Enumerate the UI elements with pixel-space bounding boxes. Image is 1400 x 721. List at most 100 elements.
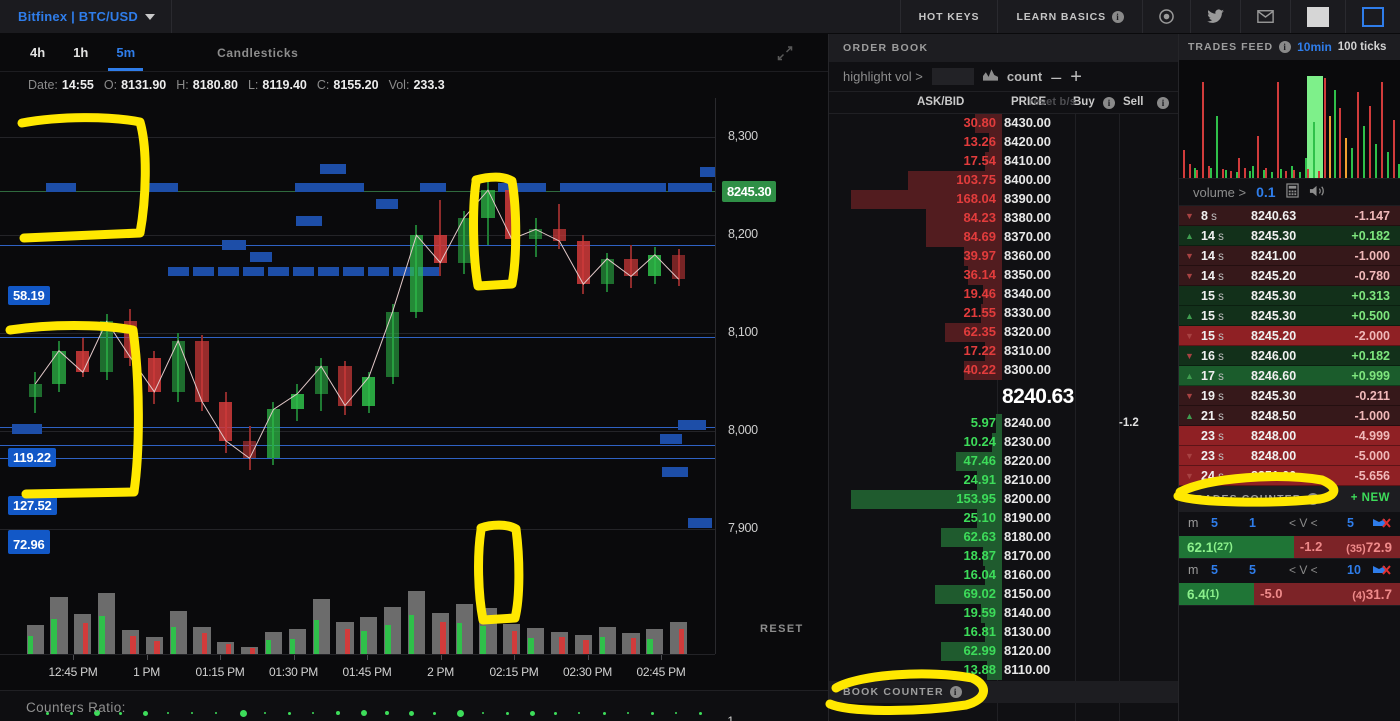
trade-row[interactable]: ▼ 23 s 8248.00 -5.000 [1179, 446, 1400, 466]
reddit-button[interactable] [1142, 0, 1190, 33]
mail-button[interactable] [1240, 0, 1290, 33]
book-counter-header[interactable]: BOOK COUNTER i [829, 681, 1179, 703]
price-level-tag[interactable]: 72.96 [8, 535, 50, 554]
trade-row[interactable]: ▼ 14 s 8245.20 -0.780 [1179, 266, 1400, 286]
counter-volume-min[interactable]: 1 [1249, 516, 1256, 530]
trades-volume-chart[interactable] [1179, 60, 1400, 178]
trades-counter-info-icon[interactable]: i [1307, 493, 1320, 505]
trade-row[interactable]: ▲ 17 s 8246.60 +0.999 [1179, 366, 1400, 386]
counter-minutes-value[interactable]: 5 [1211, 563, 1218, 577]
counter-volume-max[interactable]: 5 [1347, 516, 1354, 530]
trade-row[interactable]: ▲ 21 s 8248.50 -1.000 [1179, 406, 1400, 426]
order-book-row[interactable]: 103.75 8400.00 [829, 171, 1178, 190]
counter-volume-min[interactable]: 5 [1249, 563, 1256, 577]
exchange-selector[interactable]: Bitfinex | BTC/USD [0, 0, 172, 33]
chart-type-selector[interactable]: Candlesticks [217, 34, 298, 71]
counter-minutes-value[interactable]: 5 [1211, 516, 1218, 530]
order-book-row[interactable]: 13.88 8110.00 [829, 661, 1178, 680]
ticks-selector[interactable]: 100 ticks [1338, 41, 1387, 53]
timeframe-tab-5m[interactable]: 5m [102, 34, 149, 71]
order-book-row[interactable]: 36.14 8350.00 [829, 266, 1178, 285]
counter-dot-buy [699, 711, 703, 715]
counter-config-row[interactable]: m 5 5 < V <10 [1179, 559, 1400, 583]
order-book-row[interactable]: 39.97 8360.00 [829, 247, 1178, 266]
order-book-panel: ORDER BOOK highlight vol > count – + ASK… [828, 34, 1179, 721]
order-book-row[interactable]: 17.54 8410.00 [829, 152, 1178, 171]
layout-light-button[interactable] [1290, 0, 1345, 33]
trade-row[interactable]: 15 s 8245.30 +0.313 [1179, 286, 1400, 306]
order-book-row[interactable]: 69.02 8150.00 [829, 585, 1178, 604]
chevron-down-icon[interactable] [144, 13, 155, 20]
order-book-row[interactable]: 62.63 8180.00 [829, 528, 1178, 547]
delete-counter-icon[interactable] [1372, 516, 1392, 533]
order-size: 13.88 [963, 662, 996, 677]
info-icon[interactable]: i [1112, 10, 1124, 23]
order-book-row[interactable]: 19.59 8140.00 [829, 604, 1178, 623]
delete-counter-icon[interactable] [1372, 563, 1392, 580]
price-axis[interactable]: 8245.30 RESET 8,300 8,200 8,100 8,000 7,900 [715, 98, 828, 654]
order-book-row[interactable]: 25.10 8190.00 [829, 509, 1178, 528]
increase-rows-button[interactable]: + [1070, 67, 1082, 87]
order-book-row[interactable]: 40.22 8300.00 [829, 361, 1178, 380]
hot-keys-button[interactable]: HOT KEYS [899, 0, 998, 33]
reset-chart-button[interactable]: RESET [760, 623, 804, 635]
order-book-row[interactable]: 18.87 8170.00 [829, 547, 1178, 566]
trade-row[interactable]: ▲ 15 s 8245.30 +0.500 [1179, 306, 1400, 326]
buy-info-icon[interactable]: i [1103, 97, 1115, 109]
ask-rows[interactable]: 30.80 8430.00 13.26 8420.00 17.54 8410.00 103.… [829, 114, 1178, 380]
volume-filter-value[interactable]: 0.1 [1256, 184, 1275, 200]
interval-selector[interactable]: 10min [1297, 40, 1332, 54]
sound-icon[interactable] [1309, 184, 1325, 201]
bid-rows[interactable]: 5.97 8240.00 -1.2 10.24 8230.00 47.46 8220.00 2… [829, 414, 1178, 680]
price-level-tag[interactable]: 127.52 [8, 496, 57, 515]
trade-row[interactable]: ▲ 14 s 8245.30 +0.182 [1179, 226, 1400, 246]
order-book-row[interactable]: 19.46 8340.00 [829, 285, 1178, 304]
trade-row[interactable]: ▼ 8 s 8240.63 -1.147 [1179, 206, 1400, 226]
trade-row[interactable]: ▼ 15 s 8245.20 -2.000 [1179, 326, 1400, 346]
trade-row[interactable]: ▼ 24 s 8251.00 -5.656 [1179, 466, 1400, 486]
twitter-button[interactable] [1190, 0, 1240, 33]
trade-row[interactable]: 23 s 8248.00 -4.999 [1179, 426, 1400, 446]
price-level-tag[interactable]: 119.22 [8, 448, 56, 467]
reset-buy-sell-button[interactable]: reset b/s [1029, 96, 1076, 108]
order-book-row[interactable]: 62.35 8320.00 [829, 323, 1178, 342]
order-book-row[interactable]: 84.23 8380.00 [829, 209, 1178, 228]
order-book-row[interactable]: 47.46 8220.00 [829, 452, 1178, 471]
order-book-row[interactable]: 10.24 8230.00 [829, 433, 1178, 452]
expand-chart-button[interactable] [775, 43, 795, 63]
order-book-row[interactable]: 16.81 8130.00 [829, 623, 1178, 642]
learn-basics-button[interactable]: LEARN BASICS i [997, 0, 1142, 33]
order-book-row[interactable]: 24.91 8210.00 [829, 471, 1178, 490]
sell-info-icon[interactable]: i [1157, 97, 1169, 109]
time-axis[interactable]: 12:45 PM 1 PM 01:15 PM 01:30 PM 01:45 PM 2 PM… [0, 654, 715, 688]
price-level-tag[interactable]: 58.19 [8, 286, 50, 305]
order-book-row[interactable]: 5.97 8240.00 -1.2 [829, 414, 1178, 433]
count-toggle-button[interactable]: count [1007, 69, 1042, 84]
order-book-row[interactable]: 153.95 8200.00 [829, 490, 1178, 509]
order-book-row[interactable]: 13.26 8420.00 [829, 133, 1178, 152]
depth-chart-icon[interactable] [982, 69, 998, 84]
counter-config-row[interactable]: m 5 1 < V <5 [1179, 512, 1400, 536]
highlight-vol-input[interactable] [931, 68, 974, 85]
timeframe-tab-4h[interactable]: 4h [16, 34, 59, 71]
timeframe-tab-1h[interactable]: 1h [59, 34, 102, 71]
order-book-row[interactable]: 21.55 8330.00 [829, 304, 1178, 323]
layout-outline-button[interactable] [1345, 0, 1400, 33]
order-book-row[interactable]: 16.04 8160.00 [829, 566, 1178, 585]
trade-row[interactable]: ▼ 16 s 8246.00 +0.182 [1179, 346, 1400, 366]
counter-volume-max[interactable]: 10 [1347, 563, 1361, 577]
order-book-row[interactable]: 84.69 8370.00 [829, 228, 1178, 247]
book-counter-info-icon[interactable]: i [949, 686, 962, 698]
price-chart-plot[interactable] [0, 98, 715, 654]
order-book-row[interactable]: 62.99 8120.00 [829, 642, 1178, 661]
trades-list[interactable]: ▼ 8 s 8240.63 -1.147 ▲ 14 s 8245.30 +0.182 ▼ 14 s… [1179, 206, 1400, 486]
add-counter-button[interactable]: + NEW [1351, 492, 1390, 504]
order-book-row[interactable]: 17.22 8310.00 [829, 342, 1178, 361]
trades-feed-info-icon[interactable]: i [1279, 41, 1292, 53]
trade-row[interactable]: ▼ 19 s 8245.30 -0.211 [1179, 386, 1400, 406]
order-book-row[interactable]: 168.04 8390.00 [829, 190, 1178, 209]
decrease-rows-button[interactable]: – [1051, 68, 1061, 86]
calculator-icon[interactable] [1285, 183, 1299, 201]
order-book-row[interactable]: 30.80 8430.00 [829, 114, 1178, 133]
trade-row[interactable]: ▼ 14 s 8241.00 -1.000 [1179, 246, 1400, 266]
